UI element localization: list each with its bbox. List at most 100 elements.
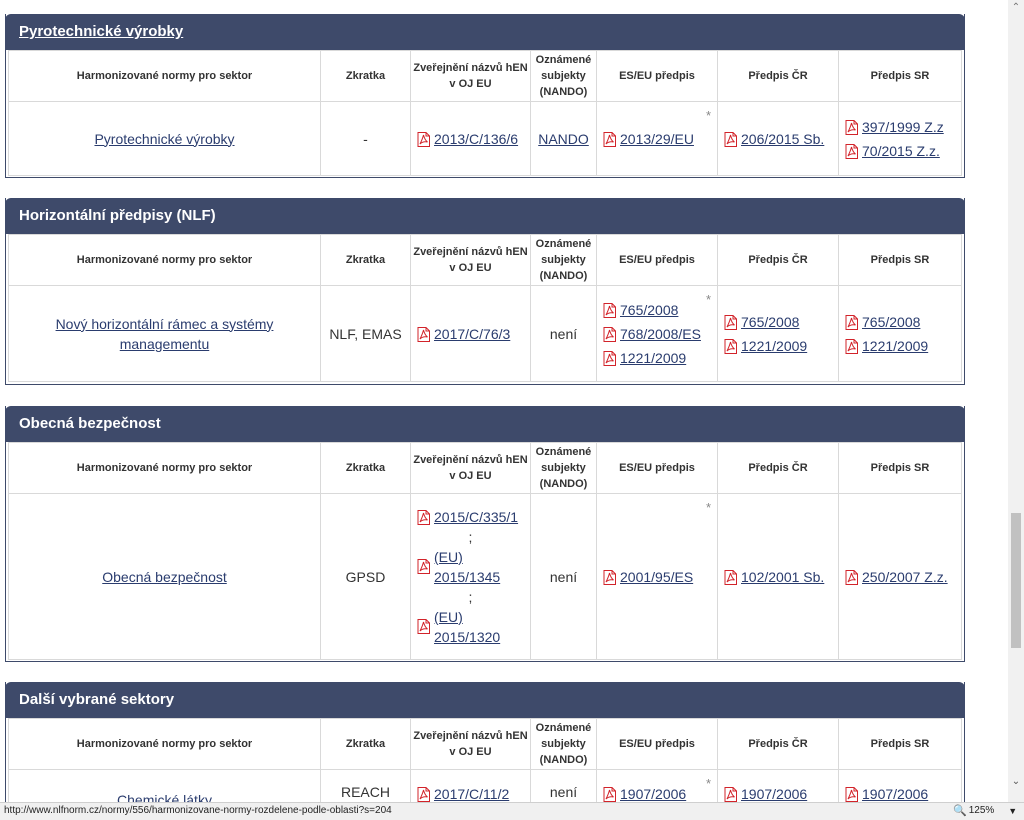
norm-name-link[interactable]: Obecná bezpečnost	[102, 569, 227, 585]
footnote-star: *	[705, 108, 711, 123]
sk-link[interactable]: 397/1999 Z.z	[862, 117, 944, 137]
pdf-icon	[724, 569, 737, 585]
eu-doc: 2001/95/ES	[603, 567, 717, 587]
sk-link[interactable]: 250/2007 Z.z.	[862, 567, 948, 587]
norm-name-link[interactable]: Nový horizontální rámec a systémy manage…	[56, 316, 274, 352]
eu-cell: * 1907/2006	[596, 769, 718, 802]
sk-link[interactable]: 1907/2006	[862, 784, 928, 802]
pdf-icon	[417, 787, 430, 802]
eu-doc: 768/2008/ES	[603, 324, 717, 344]
cz-link[interactable]: 102/2001 Sb.	[741, 567, 824, 587]
pdf-icon	[417, 131, 430, 147]
header-sk: Předpis SR	[838, 234, 962, 286]
scroll-down-arrow-icon[interactable]: ⌄	[1008, 776, 1024, 790]
norm-name-link[interactable]: Pyrotechnické výrobky	[94, 131, 234, 147]
cz-doc: 1907/2006	[724, 784, 838, 802]
footnote-star: *	[705, 500, 711, 515]
sk-cell: 250/2007 Z.z.	[838, 493, 962, 660]
pdf-icon	[724, 787, 737, 802]
eu-cell: * 2013/29/EU	[596, 101, 718, 176]
header-cz: Předpis ČR	[717, 718, 839, 770]
vertical-scrollbar[interactable]: ⌃ ⌄	[1008, 0, 1024, 802]
zoom-control[interactable]: 🔍 125% ▼	[953, 804, 1017, 817]
nando-text: není	[549, 784, 578, 800]
status-bar: http://www.nlfnorm.cz/normy/556/harmoniz…	[0, 802, 1024, 820]
publ-link[interactable]: 2015/C/335/1	[434, 507, 518, 527]
nando-cell: není	[530, 493, 597, 660]
sk-link[interactable]: 765/2008	[862, 312, 920, 332]
cz-link[interactable]: 206/2015 Sb.	[741, 129, 824, 149]
publ-link[interactable]: 2013/C/136/6	[434, 129, 518, 149]
abbr-text: GPSD	[345, 568, 386, 585]
header-sk: Předpis SR	[838, 442, 962, 494]
norm-name-link[interactable]: Chemické látky	[117, 792, 212, 803]
section-header: Další vybrané sektory	[5, 682, 965, 718]
header-cz: Předpis ČR	[717, 234, 839, 286]
section-header: Pyrotechnické výrobky	[5, 14, 965, 50]
section-horizontalni-predpisy: Horizontální předpisy (NLF) Harmonizovan…	[5, 198, 965, 385]
cz-doc: 1221/2009	[724, 336, 838, 356]
section-pyrotechnicke-vyrobky: Pyrotechnické výrobky Harmonizované norm…	[5, 14, 965, 178]
pdf-icon	[603, 302, 616, 318]
cz-link[interactable]: 765/2008	[741, 312, 799, 332]
header-eu: ES/EU předpis	[596, 442, 718, 494]
header-nando: Oznámené subjekty (NANDO)	[530, 50, 597, 102]
pdf-icon	[845, 569, 858, 585]
publ-link[interactable]: 2017/C/76/3	[434, 324, 510, 344]
publ-link[interactable]: (EU) 2015/1345	[434, 547, 504, 587]
eu-link[interactable]: 1907/2006	[620, 784, 686, 802]
scroll-up-arrow-icon[interactable]: ⌃	[1008, 2, 1024, 16]
eu-link[interactable]: 765/2008	[620, 300, 678, 320]
pdf-icon	[845, 143, 858, 159]
section-title-link[interactable]: Pyrotechnické výrobky	[19, 23, 183, 40]
pdf-icon	[845, 314, 858, 330]
pdf-icon	[417, 558, 430, 574]
header-publ: Zveřejnění názvů hEN v OJ EU	[410, 442, 531, 494]
norm-name-cell: Obecná bezpečnost	[8, 493, 321, 660]
cz-link[interactable]: 1907/2006	[741, 784, 807, 802]
table-row: Obecná bezpečnost GPSD 2015/C/335/1 ; (E…	[8, 493, 962, 660]
norm-name-cell: Nový horizontální rámec a systémy manage…	[8, 285, 321, 382]
norms-table: Harmonizované normy pro sektor Zkratka Z…	[8, 442, 962, 660]
pdf-icon	[724, 131, 737, 147]
chevron-down-icon[interactable]: ▼	[1008, 806, 1017, 816]
cz-cell: 102/2001 Sb.	[717, 493, 839, 660]
scrollbar-thumb[interactable]	[1011, 513, 1021, 648]
nando-cell: není	[530, 285, 597, 382]
eu-cell: * 765/2008 768/2008/ES 1221/2009	[596, 285, 718, 382]
norms-table: Harmonizované normy pro sektor Zkratka Z…	[8, 718, 962, 802]
sk-link[interactable]: 1221/2009	[862, 336, 928, 356]
header-sk: Předpis SR	[838, 50, 962, 102]
cz-doc: 206/2015 Sb.	[724, 129, 838, 149]
abbr-text: -	[363, 130, 368, 147]
eu-link[interactable]: 2001/95/ES	[620, 567, 693, 587]
pdf-icon	[603, 787, 616, 802]
pdf-icon	[603, 326, 616, 342]
sk-doc: 70/2015 Z.z.	[845, 141, 961, 161]
header-sk: Předpis SR	[838, 718, 962, 770]
eu-link[interactable]: 1221/2009	[620, 348, 686, 368]
eu-link[interactable]: 2013/29/EU	[620, 129, 694, 149]
section-dalsi-vybrane-sektory: Další vybrané sektory Harmonizované norm…	[5, 682, 965, 802]
eu-doc: 1907/2006	[603, 784, 717, 802]
publ-link[interactable]: (EU) 2015/1320	[434, 607, 504, 647]
sk-link[interactable]: 70/2015 Z.z.	[862, 141, 940, 161]
section-title: Další vybrané sektory	[19, 691, 175, 708]
pdf-icon	[603, 569, 616, 585]
header-abbr: Zkratka	[320, 718, 411, 770]
eu-link[interactable]: 768/2008/ES	[620, 324, 701, 344]
sk-cell: 1907/2006	[838, 769, 962, 802]
header-publ: Zveřejnění názvů hEN v OJ EU	[410, 50, 531, 102]
header-norms: Harmonizované normy pro sektor	[8, 50, 321, 102]
publ-link[interactable]: 2017/C/11/2	[434, 784, 509, 802]
nando-text: není	[549, 325, 578, 342]
nando-link[interactable]: NANDO	[538, 131, 589, 147]
publ-doc: 2017/C/11/2	[417, 784, 530, 802]
header-cz: Předpis ČR	[717, 442, 839, 494]
abbr-cell: GPSD	[320, 493, 411, 660]
sk-cell: 397/1999 Z.z 70/2015 Z.z.	[838, 101, 962, 176]
header-eu: ES/EU předpis	[596, 50, 718, 102]
cz-link[interactable]: 1221/2009	[741, 336, 807, 356]
nando-cell: NANDO	[530, 101, 597, 176]
table-header-row: Harmonizované normy pro sektor Zkratka Z…	[8, 718, 962, 770]
